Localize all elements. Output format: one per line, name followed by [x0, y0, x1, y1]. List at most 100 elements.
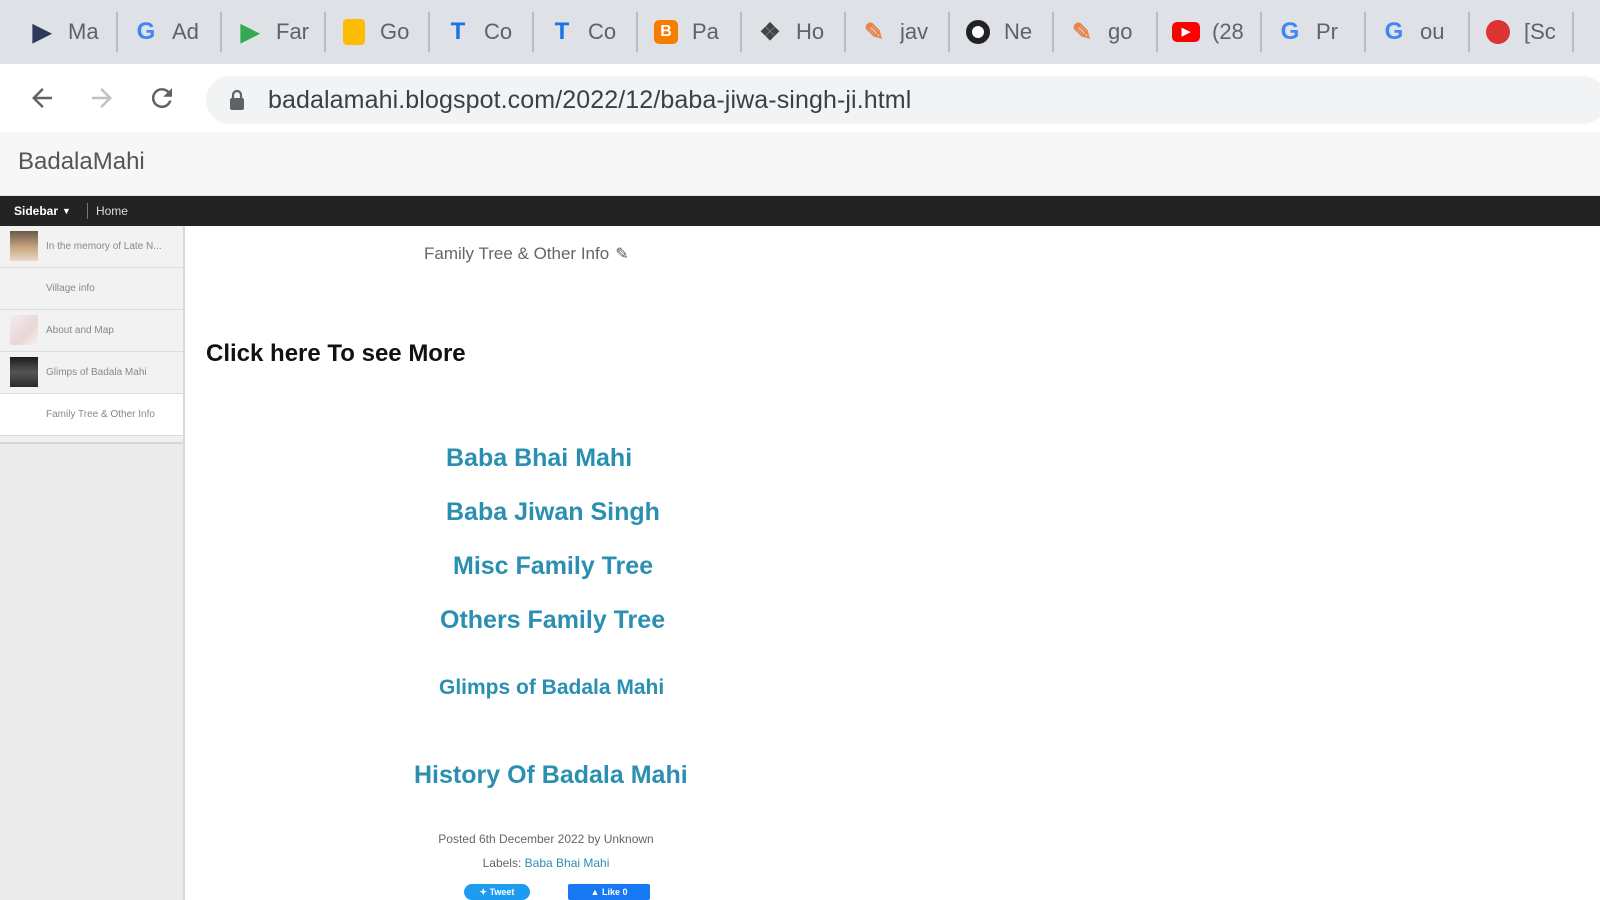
- browser-tab[interactable]: ✎ go: [1054, 12, 1158, 52]
- sidebar-toggle-label: Sidebar: [14, 204, 59, 218]
- play-store-flag-icon: ▶: [32, 18, 52, 46]
- tab-title: go: [1108, 19, 1133, 44]
- browser-tab[interactable]: ▶ Ma: [14, 12, 118, 52]
- link-history-of-badala-mahi[interactable]: History Of Badala Mahi: [414, 761, 688, 790]
- browser-tab[interactable]: B Pa: [638, 12, 742, 52]
- facebook-like-button[interactable]: ▲ Like 0: [568, 884, 650, 900]
- browser-tab[interactable]: T Co: [430, 12, 534, 52]
- blog-header: BadalaMahi: [0, 132, 1600, 196]
- post-content: Family Tree & Other Info ✎ Click here To…: [186, 226, 1600, 900]
- reload-icon: [151, 88, 172, 109]
- youtube-icon: ▶: [1172, 18, 1200, 46]
- link-glimps-of-badala-mahi[interactable]: Glimps of Badala Mahi: [439, 676, 664, 700]
- sidebar-item[interactable]: Village info: [0, 268, 183, 310]
- menu-divider: [86, 203, 88, 219]
- sidebar-toggle[interactable]: Sidebar ▼: [14, 204, 71, 218]
- sidebar-item[interactable]: About and Map: [0, 310, 183, 352]
- tab-title: Co: [588, 19, 617, 44]
- google-icon: G: [136, 18, 156, 45]
- browser-tab[interactable]: Gou: [1366, 12, 1470, 52]
- sidebar-item-label: Glimps of Badala Mahi: [46, 367, 147, 378]
- like-label: Like 0: [601, 887, 628, 897]
- reload-button[interactable]: [132, 68, 192, 128]
- sidebar-divider: [0, 436, 183, 444]
- sidebar-item-label: Family Tree & Other Info: [46, 409, 155, 420]
- browser-tab[interactable]: Ne: [950, 12, 1054, 52]
- link-others-family-tree[interactable]: Others Family Tree: [440, 606, 665, 635]
- link-baba-bhai-mahi[interactable]: Baba Bhai Mahi: [446, 444, 632, 473]
- post-thumbnail: [10, 231, 38, 261]
- tab-title: Co: [484, 19, 513, 44]
- twitter-bird-icon: ✦: [479, 886, 490, 897]
- tab-title: Ho: [796, 19, 825, 44]
- browser-tab[interactable]: ▶ (28: [1158, 12, 1262, 52]
- browser-tab[interactable]: [Sc: [1470, 12, 1574, 52]
- forward-arrow-icon: [92, 88, 112, 108]
- blog-menubar: Sidebar ▼ Home: [0, 196, 1600, 226]
- tab-title: Ne: [1004, 19, 1033, 44]
- tab-title: Ad: [172, 19, 199, 44]
- browser-tab[interactable]: ▶ Far: [222, 12, 326, 52]
- post-sidebar: In the memory of Late N... Village info …: [0, 226, 185, 900]
- post-labels: Labels: Baba Bhai Mahi: [336, 856, 756, 870]
- google-play-icon: ▶: [240, 18, 260, 46]
- labels-prefix: Labels:: [482, 856, 522, 870]
- google-icon: G: [1384, 18, 1404, 45]
- tab-title: Ma: [68, 19, 99, 44]
- tab-title: Pa: [692, 19, 719, 44]
- forward-button[interactable]: [72, 68, 132, 128]
- settings-diamond-icon: ❖: [759, 18, 781, 46]
- browser-tab[interactable]: ✎ jav: [846, 12, 950, 52]
- posted-info: Posted 6th December 2022 by Unknown: [438, 832, 654, 846]
- link-baba-jiwan-singh[interactable]: Baba Jiwan Singh: [446, 498, 660, 527]
- link-misc-family-tree[interactable]: Misc Family Tree: [453, 552, 653, 581]
- t-icon: T: [450, 18, 466, 45]
- keep-icon: [340, 18, 368, 46]
- google-icon: G: [1280, 18, 1300, 45]
- tweet-label: Tweet: [489, 887, 515, 897]
- tab-title: (28: [1212, 19, 1244, 44]
- browser-tab[interactable]: G Pr: [1262, 12, 1366, 52]
- tab-title: Pr: [1316, 19, 1338, 44]
- tweet-button[interactable]: ✦ Tweet: [464, 884, 530, 900]
- browser-tab[interactable]: ❖ Ho: [742, 12, 846, 52]
- browser-tab[interactable]: T Co: [534, 12, 638, 52]
- lock-icon: [230, 89, 244, 110]
- sidebar-item[interactable]: Glimps of Badala Mahi: [0, 352, 183, 394]
- blogger-icon: B: [652, 18, 680, 46]
- sidebar-item-active[interactable]: Family Tree & Other Info: [0, 394, 183, 436]
- label-link[interactable]: Baba Bhai Mahi: [525, 856, 610, 870]
- back-arrow-icon: [32, 88, 52, 108]
- edit-hand-icon: ✎: [863, 18, 885, 46]
- address-bar[interactable]: badalamahi.blogspot.com/2022/12/baba-jiw…: [206, 76, 1600, 124]
- sidebar-item-label: About and Map: [46, 325, 114, 336]
- click-more-heading: Click here To see More: [206, 340, 466, 367]
- tab-title: Far: [276, 19, 309, 44]
- t-icon: T: [554, 18, 570, 45]
- tab-strip: ▶ Ma G Ad ▶ Far Go T Co T Co B Pa ❖ Ho ✎ jav Ne …: [0, 0, 1600, 64]
- back-button[interactable]: [12, 68, 72, 128]
- browser-toolbar: badalamahi.blogspot.com/2022/12/baba-jiw…: [0, 64, 1600, 132]
- thumbs-up-icon: ▲: [590, 887, 602, 897]
- tab-title: ou: [1420, 19, 1445, 44]
- tab-title: jav: [900, 19, 929, 44]
- home-link[interactable]: Home: [96, 204, 128, 218]
- chrome-icon: [964, 18, 992, 46]
- url-text: badalamahi.blogspot.com/2022/12/baba-jiw…: [268, 85, 912, 114]
- tab-title: Go: [380, 19, 410, 44]
- sidebar-item-label: In the memory of Late N...: [46, 241, 162, 252]
- sidebar-item[interactable]: In the memory of Late N...: [0, 226, 183, 268]
- map-thumbnail: [10, 315, 38, 345]
- post-title-text: Family Tree & Other Info: [424, 244, 610, 263]
- bug-icon: [1484, 18, 1512, 46]
- blog-title[interactable]: BadalaMahi: [18, 148, 145, 176]
- browser-tab[interactable]: Go: [326, 12, 430, 52]
- edit-hand-icon: ✎: [1071, 18, 1093, 46]
- edit-pencil-icon[interactable]: ✎: [615, 244, 628, 264]
- post-title: Family Tree & Other Info ✎: [424, 244, 629, 264]
- tab-title: [Sc: [1524, 19, 1556, 44]
- post-thumbnail: [10, 357, 38, 387]
- sidebar-item-label: Village info: [46, 283, 95, 294]
- caret-down-icon: ▼: [62, 206, 71, 216]
- browser-tab[interactable]: G Ad: [118, 12, 222, 52]
